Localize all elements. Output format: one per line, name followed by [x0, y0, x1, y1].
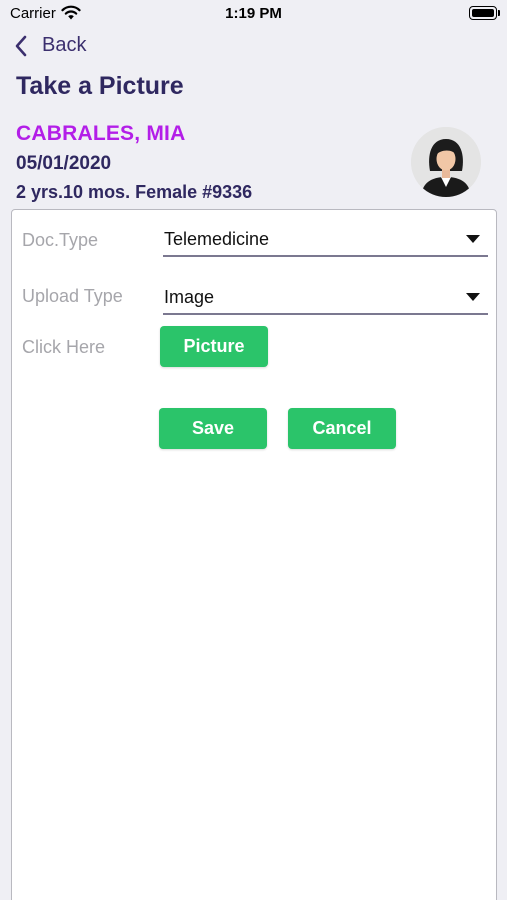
upload-type-dropdown[interactable]: Image — [163, 279, 488, 315]
patient-info: 2 yrs.10 mos. Female #9336 — [16, 182, 253, 202]
back-label: Back — [42, 34, 87, 56]
caret-down-icon — [466, 235, 480, 243]
patient-name: CABRALES, MIA — [16, 122, 186, 145]
save-button[interactable]: Save — [159, 408, 267, 449]
clock: 1:19 PM — [225, 5, 282, 22]
doc-type-value: Telemedicine — [164, 229, 270, 249]
upload-type-label: Upload Type — [22, 286, 123, 306]
page-title: Take a Picture — [16, 72, 184, 100]
doc-type-dropdown[interactable]: Telemedicine — [163, 221, 488, 257]
back-button[interactable]: Back — [14, 34, 86, 57]
battery-icon — [469, 6, 500, 20]
form-panel: Doc.Type Telemedicine Upload Type Image … — [11, 209, 497, 900]
doc-type-label: Doc.Type — [22, 230, 99, 250]
picture-button[interactable]: Picture — [160, 326, 268, 367]
avatar — [411, 127, 481, 197]
female-avatar-icon — [411, 127, 481, 197]
chevron-left-icon — [14, 35, 28, 57]
cancel-button[interactable]: Cancel — [288, 408, 396, 449]
status-bar: Carrier 1:19 PM — [0, 0, 507, 28]
upload-type-value: Image — [164, 287, 215, 307]
caret-down-icon — [466, 293, 480, 301]
patient-dob: 05/01/2020 — [16, 153, 112, 174]
click-here-label: Click Here — [22, 337, 106, 357]
